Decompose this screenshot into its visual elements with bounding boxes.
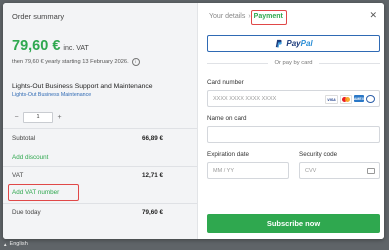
price-suffix: inc. VAT [63, 45, 89, 52]
info-icon[interactable]: i [131, 58, 140, 66]
card-number-placeholder: XXXX XXXX XXXX XXXX [213, 95, 277, 102]
subscribe-now-button[interactable]: Subscribe now [207, 214, 380, 233]
quantity-input[interactable]: 1 [23, 112, 53, 123]
caret-up-icon: ▲ [3, 241, 8, 247]
paypal-button[interactable]: Pay Pal [207, 35, 380, 52]
order-summary-panel: Order summary 79,60 € inc. VAT then 79,6… [3, 3, 198, 239]
expiration-date-input[interactable]: MM / YY [207, 162, 289, 179]
payment-panel: Your details › Payment ✕ Pay Pal Or pay b… [198, 3, 384, 239]
expiration-date-label: Expiration date [207, 151, 250, 158]
product-link[interactable]: Lights-Out Business Maintenance [12, 92, 91, 98]
paypal-icon [276, 39, 283, 48]
price: 79,60 € [12, 38, 61, 54]
product-name: Lights-Out Business Support and Maintena… [12, 83, 153, 90]
cvv-card-icon [367, 168, 375, 174]
divider [3, 128, 197, 129]
close-icon[interactable]: ✕ [369, 11, 377, 20]
expiration-placeholder: MM / YY [213, 167, 234, 174]
due-today-value: 79,60 € [141, 209, 163, 216]
language-selector[interactable]: ▲ English [3, 241, 28, 247]
decrease-quantity-button[interactable]: − [12, 114, 21, 121]
paypal-wordmark-pay: Pay [286, 39, 301, 48]
checkout-modal: Order summary 79,60 € inc. VAT then 79,6… [3, 3, 384, 239]
card-number-label: Card number [207, 79, 244, 86]
or-separator: Or pay by card [207, 60, 380, 66]
paypal-wordmark-pal: Pal [300, 39, 313, 48]
name-on-card-input[interactable] [207, 126, 380, 143]
security-code-input[interactable]: CVV [299, 162, 380, 179]
or-pay-by-card-text: Or pay by card [274, 60, 313, 66]
cvv-placeholder: CVV [305, 167, 317, 174]
renewal-label: then 79,60 € yearly starting 13 February… [12, 59, 129, 65]
highlight-box [251, 10, 287, 25]
name-on-card-label: Name on card [207, 115, 247, 122]
visa-icon: VISA [325, 95, 338, 104]
mastercard-icon [340, 95, 352, 104]
amex-icon: AMEX [353, 95, 365, 102]
divider [3, 203, 197, 204]
vat-label: VAT [12, 172, 24, 179]
add-discount-link[interactable]: Add discount [12, 154, 48, 161]
separator-line [318, 62, 380, 64]
vat-value: 12,71 € [141, 172, 163, 179]
card-brands: VISA AMEX [325, 95, 375, 104]
subtotal-value: 66,89 € [141, 135, 163, 142]
renewal-text: then 79,60 € yearly starting 13 February… [12, 58, 140, 66]
price-row: 79,60 € inc. VAT [12, 38, 89, 54]
step-your-details[interactable]: Your details [209, 13, 245, 20]
language-label: English [9, 241, 28, 247]
security-code-label: Security code [299, 151, 338, 158]
separator-line [207, 62, 269, 64]
highlight-box [8, 184, 79, 201]
quantity-stepper: − 1 + [12, 112, 64, 123]
order-summary-title: Order summary [12, 12, 65, 21]
divider [3, 166, 197, 167]
diners-club-icon [366, 95, 375, 103]
due-today-label: Due today [12, 209, 41, 216]
subtotal-label: Subtotal [12, 135, 36, 142]
increase-quantity-button[interactable]: + [55, 114, 64, 121]
card-number-input[interactable]: XXXX XXXX XXXX XXXX VISA AMEX [207, 90, 380, 107]
